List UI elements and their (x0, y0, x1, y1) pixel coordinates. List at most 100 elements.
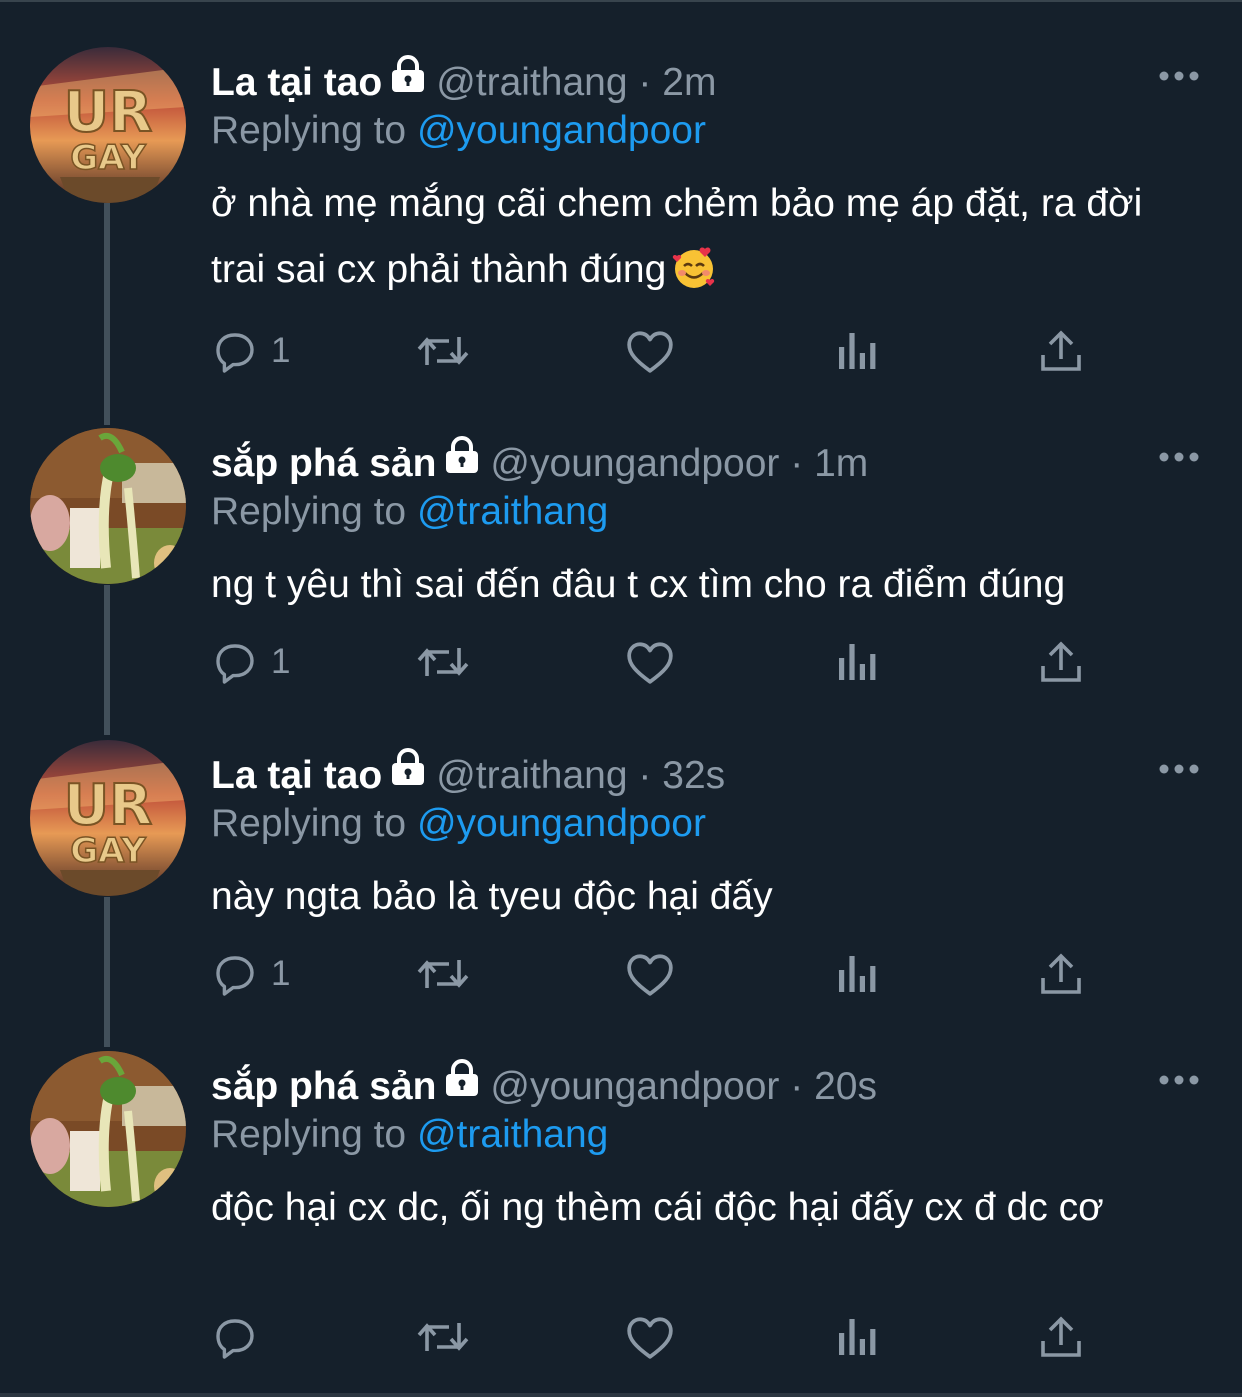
tweet-text: độc hại cx dc, ối ng thèm cái độc hại đấ… (211, 1175, 1201, 1241)
action-bar: 1 (211, 636, 1111, 688)
more-icon[interactable] (1158, 450, 1200, 462)
views-icon (839, 1319, 876, 1355)
mention-link[interactable]: @youngandpoor (417, 109, 706, 152)
reply-icon (216, 333, 254, 373)
avatar[interactable]: UR GAY (30, 740, 186, 896)
share-button[interactable] (1039, 1311, 1083, 1363)
mention-link[interactable]: @youngandpoor (417, 802, 706, 845)
reply-button[interactable] (211, 1311, 271, 1363)
replying-to: Replying to @traithang (211, 486, 608, 538)
reply-button[interactable]: 1 (211, 325, 290, 377)
cartoon-frog-avatar (30, 428, 186, 584)
share-icon (1041, 953, 1081, 994)
replying-to-label: Replying to (211, 109, 407, 152)
cartoon-frog-avatar (30, 1051, 186, 1207)
reply-count: 1 (271, 642, 291, 681)
ur-gay-logo-avatar: UR GAY (30, 47, 186, 203)
tweet-text-content: độc hại cx dc, ối ng thèm cái độc hại đấ… (211, 1186, 1104, 1229)
top-divider (0, 0, 1242, 2)
timestamp[interactable]: 2m (662, 61, 716, 104)
views-button[interactable] (835, 1311, 879, 1363)
like-icon (627, 954, 673, 996)
reply-icon (216, 956, 254, 996)
tweet[interactable]: UR GAY La tại tao @traithang · 2m Replyin… (0, 47, 1242, 387)
ur-gay-logo-avatar: UR GAY (30, 740, 186, 896)
display-name[interactable]: sắp phá sản (211, 442, 436, 485)
retweet-button[interactable] (415, 1311, 471, 1363)
views-icon (839, 644, 876, 680)
retweet-button[interactable] (415, 325, 471, 377)
like-icon (627, 1317, 673, 1359)
display-name[interactable]: La tại tao (211, 754, 382, 797)
tweet-header: sắp phá sản @youngandpoor · 1m (211, 435, 868, 490)
separator: · (638, 754, 652, 797)
tweet-text-content: ng t yêu thì sai đến đâu t cx tìm cho ra… (211, 563, 1066, 606)
like-icon (627, 642, 673, 684)
like-button[interactable] (625, 325, 675, 377)
lock-icon (442, 1058, 482, 1111)
reply-button[interactable]: 1 (211, 636, 290, 688)
like-icon (627, 331, 673, 373)
timestamp[interactable]: 1m (814, 442, 868, 485)
tweet[interactable]: UR GAY La tại tao @traithang · 32s Replyi… (0, 740, 1242, 1030)
reply-button[interactable]: 1 (211, 948, 290, 1000)
reply-count: 1 (271, 331, 291, 370)
more-icon[interactable] (1158, 1073, 1200, 1085)
action-bar (211, 1311, 1111, 1363)
like-button[interactable] (625, 636, 675, 688)
avatar[interactable]: UR GAY (30, 47, 186, 203)
views-button[interactable] (835, 948, 879, 1000)
views-button[interactable] (835, 636, 879, 688)
tweet-text: ng t yêu thì sai đến đâu t cx tìm cho ra… (211, 552, 1201, 618)
share-button[interactable] (1039, 325, 1083, 377)
handle[interactable]: @traithang (436, 61, 627, 104)
views-icon (839, 956, 876, 992)
action-bar: 1 (211, 948, 1111, 1000)
tweet-header: La tại tao @traithang · 32s (211, 747, 725, 802)
avatar[interactable] (30, 1051, 186, 1207)
share-button[interactable] (1039, 948, 1083, 1000)
display-name[interactable]: La tại tao (211, 61, 382, 104)
handle[interactable]: @youngandpoor (490, 1065, 779, 1108)
more-icon[interactable] (1158, 762, 1200, 774)
retweet-button[interactable] (415, 948, 471, 1000)
share-button[interactable] (1039, 636, 1083, 688)
bottom-divider (0, 1393, 1242, 1397)
retweet-button[interactable] (415, 636, 471, 688)
retweet-icon (417, 337, 469, 365)
retweet-icon (417, 648, 469, 676)
svg-text:GAY: GAY (70, 831, 146, 871)
retweet-icon (417, 1323, 469, 1351)
handle[interactable]: @youngandpoor (490, 442, 779, 485)
separator: · (638, 61, 652, 104)
mention-link[interactable]: @traithang (417, 1113, 608, 1156)
timestamp[interactable]: 20s (814, 1065, 877, 1108)
share-icon (1041, 641, 1081, 682)
avatar[interactable] (30, 428, 186, 584)
replying-to-label: Replying to (211, 1113, 407, 1156)
more-icon[interactable] (1158, 69, 1200, 81)
tweet-text: ở nhà mẹ mắng cãi chem chẻm bảo mẹ áp đặ… (211, 171, 1201, 303)
share-icon (1041, 1316, 1081, 1357)
share-icon (1041, 330, 1081, 371)
svg-text:UR: UR (64, 773, 153, 838)
smiling-face-with-hearts-emoji (673, 247, 715, 288)
views-button[interactable] (835, 325, 879, 377)
tweet-text: này ngta bảo là tyeu độc hại đấy (211, 864, 1201, 930)
replying-to: Replying to @youngandpoor (211, 105, 706, 157)
mention-link[interactable]: @traithang (417, 490, 608, 533)
separator: · (790, 442, 804, 485)
tweet[interactable]: sắp phá sản @youngandpoor · 20s Replying … (0, 1051, 1242, 1391)
display-name[interactable]: sắp phá sản (211, 1065, 436, 1108)
timestamp[interactable]: 32s (662, 754, 725, 797)
like-button[interactable] (625, 948, 675, 1000)
retweet-icon (417, 960, 469, 988)
svg-text:UR: UR (64, 80, 153, 145)
action-bar: 1 (211, 325, 1111, 377)
like-button[interactable] (625, 1311, 675, 1363)
views-icon (839, 333, 876, 369)
replying-to-label: Replying to (211, 802, 407, 845)
handle[interactable]: @traithang (436, 754, 627, 797)
tweet[interactable]: sắp phá sản @youngandpoor · 1m Replying t… (0, 428, 1242, 718)
tweet-text-content: này ngta bảo là tyeu độc hại đấy (211, 875, 773, 918)
